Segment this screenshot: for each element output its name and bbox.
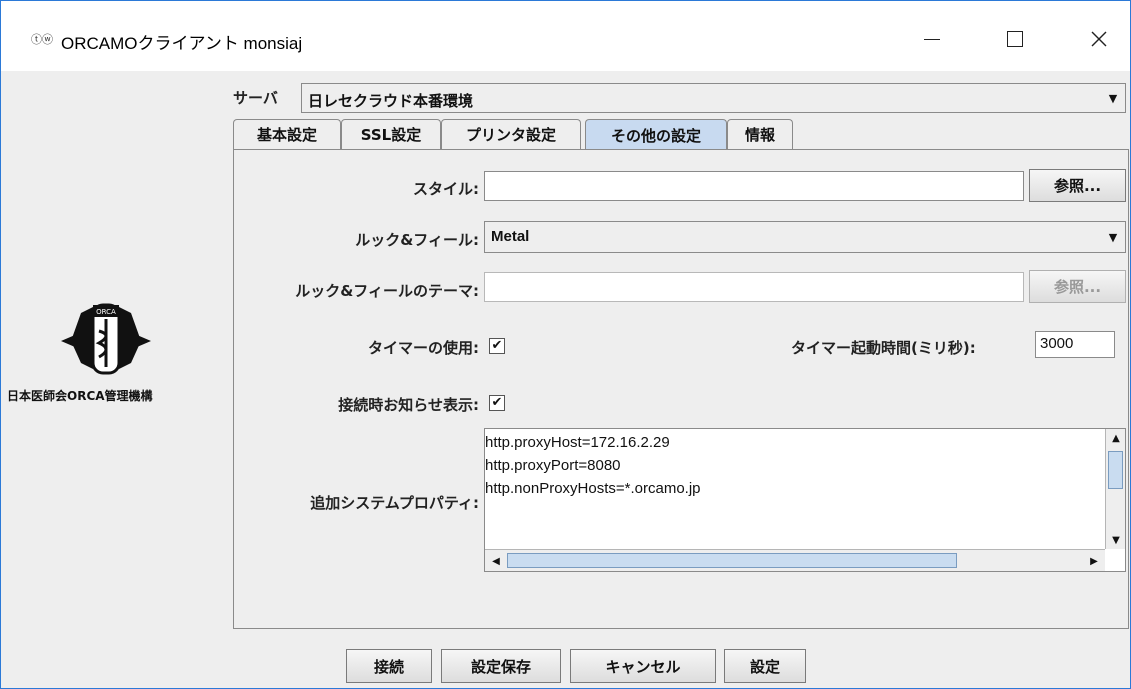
scroll-left-icon[interactable]: ◀	[487, 552, 505, 570]
minimize-icon	[924, 38, 940, 40]
chevron-down-icon[interactable]: ▼	[1101, 222, 1125, 252]
org-name: 日本医師会ORCA管理機構	[7, 389, 153, 403]
window-title: ORCAMOクライアント monsiaj	[61, 34, 303, 53]
chevron-down-icon[interactable]: ▼	[1101, 84, 1125, 112]
close-icon	[1091, 31, 1107, 47]
lookfeel-label: ルック&フィール:	[355, 231, 479, 249]
scroll-down-icon[interactable]: ▼	[1107, 531, 1125, 549]
title-bar: ⓣⓦ ORCAMOクライアント monsiaj	[1, 1, 1130, 71]
app-window: ⓣⓦ ORCAMOクライアント monsiaj ORCA 日本医師会ORCA管理…	[0, 0, 1131, 689]
vertical-scrollbar[interactable]: ▲ ▼	[1105, 429, 1125, 549]
settings-button[interactable]: 設定	[724, 649, 806, 683]
scroll-up-icon[interactable]: ▲	[1107, 429, 1125, 447]
props-line: http.proxyPort=8080	[485, 457, 621, 474]
close-button[interactable]	[1076, 21, 1122, 57]
vertical-scroll-thumb[interactable]	[1108, 451, 1123, 489]
scroll-right-icon[interactable]: ▶	[1085, 552, 1103, 570]
timer-interval-label: タイマー起動時間(ミリ秒):	[791, 339, 976, 357]
theme-browse-button[interactable]: 参照...	[1029, 270, 1126, 303]
tab-basic[interactable]: 基本設定	[233, 119, 341, 149]
app-icon: ⓣⓦ	[31, 33, 53, 46]
timer-interval-input[interactable]: 3000	[1035, 331, 1115, 358]
server-label: サーバ	[233, 89, 278, 107]
server-select[interactable]: 日レセクラウド本番環境 ▼	[301, 83, 1126, 113]
orca-logo: ORCA	[61, 303, 151, 375]
maximize-icon	[1007, 31, 1023, 47]
props-lines: http.proxyHost=172.16.2.29 http.proxyPor…	[485, 431, 701, 500]
horizontal-scrollbar[interactable]: ◀ ▶	[485, 549, 1105, 571]
props-line: http.proxyHost=172.16.2.29	[485, 434, 670, 451]
style-input[interactable]	[484, 171, 1024, 201]
theme-label: ルック&フィールのテーマ:	[295, 282, 479, 300]
style-browse-button[interactable]: 参照...	[1029, 169, 1126, 202]
style-label: スタイル:	[413, 180, 479, 198]
server-value: 日レセクラウド本番環境	[308, 92, 474, 110]
system-properties-textarea[interactable]: http.proxyHost=172.16.2.29 http.proxyPor…	[484, 428, 1126, 572]
notice-checkbox[interactable]: ✔	[489, 395, 505, 411]
connect-button[interactable]: 接続	[346, 649, 432, 683]
lookfeel-select[interactable]: Metal ▼	[484, 221, 1126, 253]
theme-input[interactable]	[484, 272, 1024, 302]
props-line: http.nonProxyHosts=*.orcamo.jp	[485, 480, 701, 497]
cancel-button[interactable]: キャンセル	[570, 649, 716, 683]
props-label: 追加システムプロパティ:	[310, 494, 479, 512]
save-settings-button[interactable]: 設定保存	[441, 649, 561, 683]
tab-info[interactable]: 情報	[727, 119, 793, 149]
notice-label: 接続時お知らせ表示:	[338, 396, 479, 414]
lookfeel-value: Metal	[491, 228, 530, 245]
tab-other[interactable]: その他の設定	[585, 119, 727, 150]
tab-printer[interactable]: プリンタ設定	[441, 119, 581, 149]
maximize-button[interactable]	[992, 21, 1038, 57]
tab-ssl[interactable]: SSL設定	[341, 119, 441, 149]
timer-checkbox[interactable]: ✔	[489, 338, 505, 354]
logo-text: ORCA	[96, 308, 116, 316]
timer-label: タイマーの使用:	[368, 339, 479, 357]
minimize-button[interactable]	[909, 21, 955, 57]
horizontal-scroll-thumb[interactable]	[507, 553, 957, 568]
